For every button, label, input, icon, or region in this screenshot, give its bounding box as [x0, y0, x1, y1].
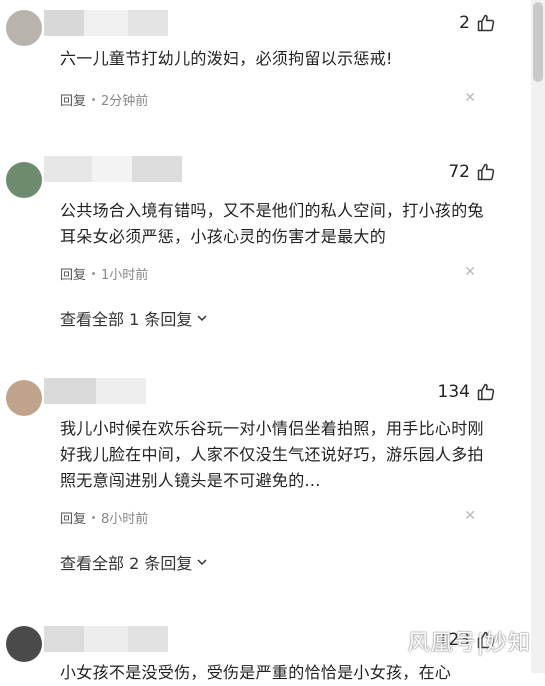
- comment-meta: 回复 1小时前: [60, 264, 148, 283]
- timestamp: 1小时前: [101, 268, 149, 283]
- close-icon[interactable]: ✕: [464, 508, 476, 524]
- avatar[interactable]: [6, 10, 42, 46]
- avatar[interactable]: [6, 380, 42, 416]
- timestamp: 2分钟前: [101, 94, 149, 109]
- like-count: 2: [459, 13, 470, 33]
- like-button[interactable]: 2: [459, 13, 496, 33]
- thumbs-up-icon: [477, 14, 495, 32]
- view-all-replies-label: 查看全部 1 条回复: [60, 310, 193, 329]
- thumbs-up-icon: [477, 383, 495, 401]
- view-all-replies-label: 查看全部 2 条回复: [60, 554, 193, 573]
- comment-meta: 回复 8小时前: [60, 508, 148, 527]
- like-button[interactable]: 134: [438, 382, 496, 402]
- avatar[interactable]: [6, 162, 42, 198]
- username-blurred[interactable]: [44, 10, 168, 36]
- username-blurred[interactable]: [44, 156, 182, 182]
- like-count: 134: [437, 382, 470, 402]
- reply-link[interactable]: 回复: [60, 508, 86, 527]
- separator-dot: [92, 516, 96, 519]
- separator-dot: [92, 272, 96, 275]
- comment-text: 公共场合入境有错吗，又不是他们的私人空间，打小孩的兔耳朵女必须严惩，小孩心灵的伤…: [60, 201, 484, 246]
- like-count: 72: [448, 162, 470, 182]
- view-all-replies-button[interactable]: 查看全部 1 条回复: [60, 306, 208, 330]
- view-all-replies-button[interactable]: 查看全部 2 条回复: [60, 550, 208, 574]
- close-icon[interactable]: ✕: [464, 90, 476, 106]
- comment-text: 小女孩不是没受伤，受伤是严重的恰恰是小女孩，在心: [60, 663, 452, 682]
- thumbs-up-icon: [477, 163, 495, 181]
- comment-text: 我儿小时候在欢乐谷玩一对小情侣坐着拍照，用手比心时刚好我儿脸在中间，人家不仅没生…: [60, 419, 484, 490]
- comment-3: 134 我儿小时候在欢乐谷玩一对小情侣坐着拍照，用手比心时刚好我儿脸在中间，人家…: [0, 350, 528, 610]
- watermark: 风凰号|妙知: [407, 631, 531, 656]
- username-blurred[interactable]: [44, 626, 168, 652]
- separator-dot: [92, 98, 96, 101]
- comment-1: 2 六一儿童节打幼儿的泼妇，必须拘留以示惩戒! 回复 2分钟前 ✕: [0, 0, 528, 120]
- comment-2: 72 公共场合入境有错吗，又不是他们的私人空间，打小孩的兔耳朵女必须严惩，小孩心…: [0, 120, 528, 350]
- timestamp: 8小时前: [101, 512, 149, 527]
- close-icon[interactable]: ✕: [464, 264, 476, 280]
- chevron-down-icon: [197, 315, 207, 322]
- username-blurred[interactable]: [44, 378, 146, 404]
- avatar[interactable]: [6, 626, 42, 662]
- scrollbar[interactable]: [531, 0, 545, 673]
- comment-meta: 回复 2分钟前: [60, 90, 148, 109]
- reply-link[interactable]: 回复: [60, 90, 86, 109]
- chevron-down-icon: [197, 559, 207, 566]
- scrollbar-thumb[interactable]: [533, 2, 543, 82]
- comment-text: 六一儿童节打幼儿的泼妇，必须拘留以示惩戒!: [60, 49, 393, 68]
- reply-link[interactable]: 回复: [60, 264, 86, 283]
- like-button[interactable]: 72: [448, 162, 496, 182]
